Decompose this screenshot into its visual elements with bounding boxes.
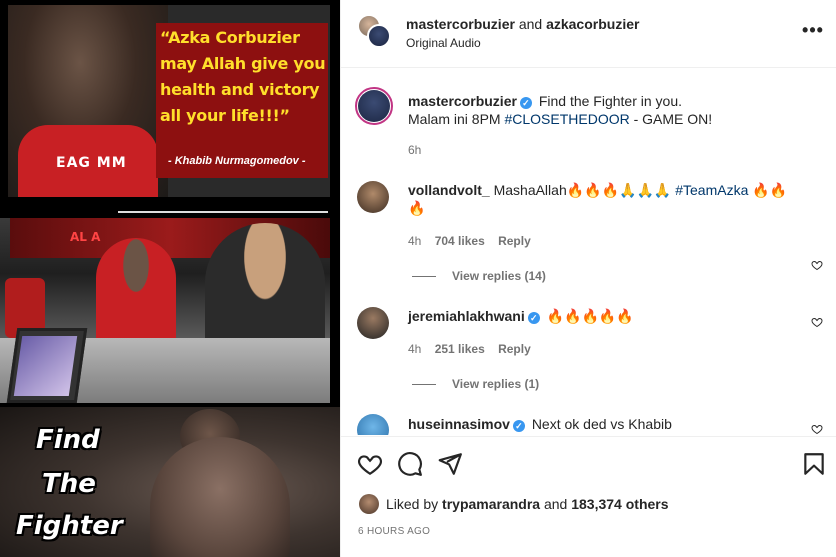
avatar[interactable] <box>357 307 389 339</box>
comment-meta: 4h 704 likes Reply <box>408 234 541 248</box>
view-replies-label: View replies (14) <box>452 269 546 283</box>
like-heart-icon[interactable] <box>357 451 383 477</box>
comment-text: vollandvolt_ MashaAllah🔥🔥🔥🙏🙏🙏 #TeamAzka … <box>408 181 788 217</box>
post-header: mastercorbuzier and azkacorbuzier Origin… <box>341 0 836 68</box>
avatar[interactable] <box>357 414 389 435</box>
view-replies-label: View replies (1) <box>452 377 540 391</box>
quote-text: “Azka Corbuzier may Allah give you healt… <box>160 28 326 125</box>
like-comment-heart-icon[interactable] <box>811 316 823 328</box>
collab-names: mastercorbuzier and azkacorbuzier <box>406 16 639 32</box>
more-options-button[interactable]: ••• <box>801 20 825 44</box>
view-replies-button[interactable]: View replies (1) <box>412 377 539 391</box>
wall-logo: AL A <box>70 230 101 244</box>
photo-laptop-screen <box>13 336 78 396</box>
liked-by-label: Liked by <box>386 496 443 512</box>
overlay-word-3: Fighter <box>16 511 123 541</box>
replies-dash <box>412 276 436 278</box>
avatar[interactable] <box>357 181 389 213</box>
bookmark-icon[interactable] <box>801 451 827 477</box>
view-replies-button[interactable]: View replies (14) <box>412 269 546 283</box>
hashtag-link[interactable]: #TeamAzka <box>675 182 748 198</box>
post-timestamp[interactable]: 6 HOURS AGO <box>358 526 430 537</box>
conjunction: and <box>518 16 543 32</box>
caption-line-2-suffix: - GAME ON! <box>629 111 713 127</box>
audio-link[interactable]: Original Audio <box>406 36 481 50</box>
comments-list[interactable]: mastercorbuzier ✓ Find the Fighter in you… <box>341 69 836 435</box>
post-sidebar: mastercorbuzier and azkacorbuzier Origin… <box>340 0 836 557</box>
collab-avatars[interactable] <box>357 14 393 50</box>
reply-button[interactable]: Reply <box>498 342 531 356</box>
overlay-word-2: The <box>42 469 96 499</box>
liked-by-summary[interactable]: Liked by trypamarandra and 183,374 other… <box>386 496 669 512</box>
caption-line-1: Find the Fighter in you. <box>538 93 683 109</box>
username-link[interactable]: jeremiahlakhwani <box>408 308 525 324</box>
quote-credit: - Khabib Nurmagomedov - <box>168 155 306 167</box>
username-link[interactable]: mastercorbuzier <box>408 93 517 109</box>
username-link[interactable]: vollandvolt_ <box>408 182 490 198</box>
comment-text: jeremiahlakhwani ✓ 🔥🔥🔥🔥🔥 <box>408 307 788 325</box>
timestamp[interactable]: 6h <box>408 143 421 157</box>
username-link[interactable]: mastercorbuzier <box>406 16 515 32</box>
comment-meta: 4h 251 likes Reply <box>408 342 541 356</box>
verified-icon: ✓ <box>527 312 540 324</box>
likes-others-link[interactable]: 183,374 others <box>571 496 668 512</box>
replies-dash <box>412 384 436 386</box>
timestamp[interactable]: 4h <box>408 342 421 356</box>
username-link[interactable]: huseinnasimov <box>408 416 510 432</box>
post-actions: Liked by trypamarandra and 183,374 other… <box>341 436 836 557</box>
share-paper-plane-icon[interactable] <box>437 451 463 477</box>
verified-icon: ✓ <box>512 420 525 432</box>
photo-back <box>150 437 290 557</box>
comment-bubble-icon[interactable] <box>397 451 423 477</box>
reply-button[interactable]: Reply <box>498 234 531 248</box>
caption-line-2-prefix: Malam ini 8PM <box>408 111 505 127</box>
media-panel-fighter: Find The Fighter <box>0 407 340 557</box>
username-link[interactable]: azkacorbuzier <box>546 16 639 32</box>
comment-body: 🔥🔥🔥🔥🔥 <box>546 308 634 324</box>
photo-person-left <box>96 238 176 348</box>
like-comment-heart-icon[interactable] <box>811 259 823 271</box>
caption-time: 6h <box>408 143 431 157</box>
like-comment-heart-icon[interactable] <box>811 423 823 435</box>
media-panel-quote: EAG MM “Azka Corbuzier may Allah give yo… <box>8 5 330 197</box>
caption-text: mastercorbuzier ✓ Find the Fighter in you… <box>408 92 788 128</box>
hashtag-link[interactable]: #CLOSETHEDOOR <box>504 111 629 127</box>
media-panel-meeting: AL A <box>0 218 330 403</box>
media-divider <box>118 211 328 213</box>
overlay-word-1: Find <box>36 425 100 455</box>
likes-count[interactable]: 251 likes <box>435 342 485 356</box>
post-media[interactable]: EAG MM “Azka Corbuzier may Allah give yo… <box>0 0 340 557</box>
comment-body: Next ok ded vs Khabib <box>531 416 672 432</box>
liked-by-and: and <box>540 496 572 512</box>
comment-text: huseinnasimov ✓ Next ok ded vs Khabib <box>408 415 788 433</box>
avatar[interactable] <box>359 494 379 514</box>
shirt-text: EAG MM <box>56 155 127 171</box>
verified-icon: ✓ <box>519 97 532 109</box>
avatar[interactable] <box>367 24 391 48</box>
username-link[interactable]: trypamarandra <box>442 496 540 512</box>
timestamp[interactable]: 4h <box>408 234 421 248</box>
comment-body: MashaAllah🔥🔥🔥🙏🙏🙏 <box>493 182 676 198</box>
avatar[interactable] <box>355 87 393 125</box>
likes-count[interactable]: 704 likes <box>435 234 485 248</box>
